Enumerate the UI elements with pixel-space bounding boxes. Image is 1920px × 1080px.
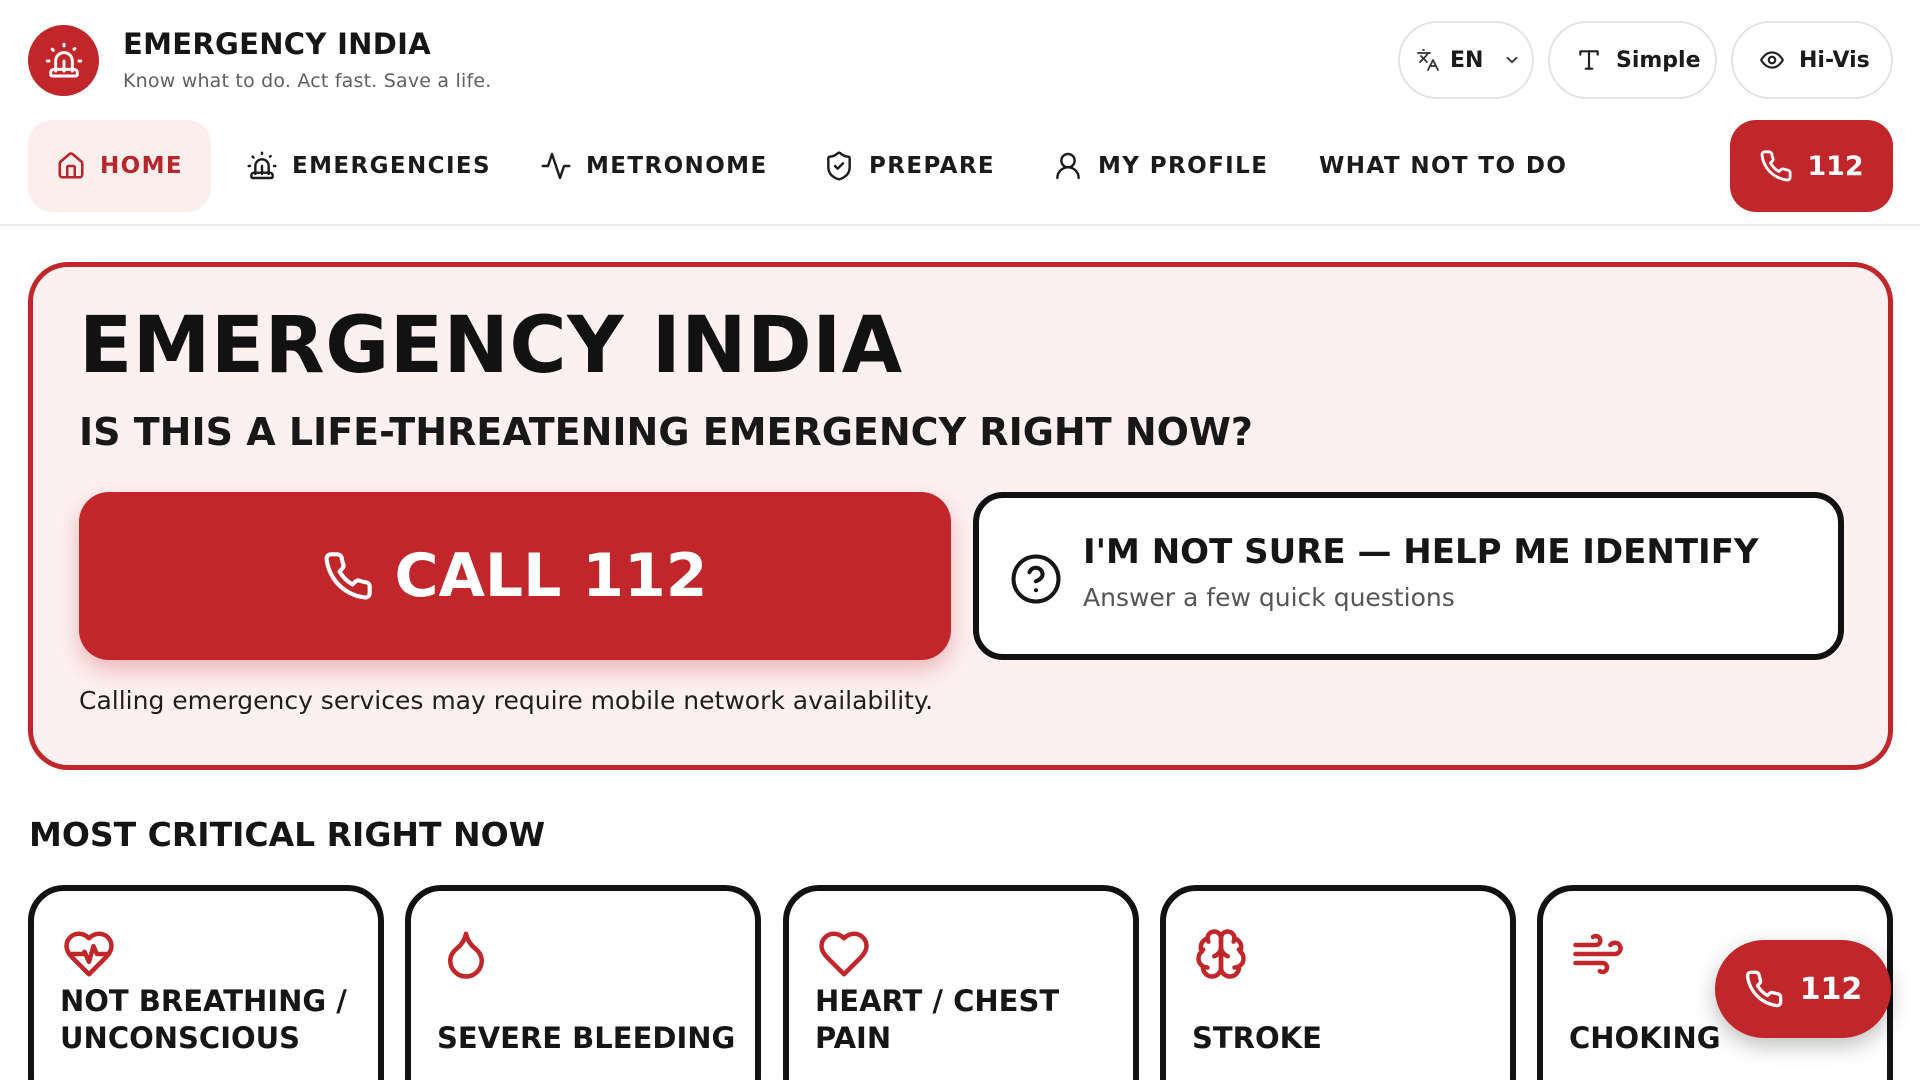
brand-name: EMERGENCY INDIA	[123, 27, 431, 61]
card-label: STROKE	[1192, 1021, 1322, 1055]
simple-mode-button[interactable]: Simple	[1548, 21, 1717, 99]
brand-tagline: Know what to do. Act fast. Save a life.	[123, 70, 492, 92]
siren-icon	[28, 25, 99, 96]
hi-vis-label: Hi-Vis	[1799, 47, 1870, 73]
text-type-icon	[1579, 50, 1599, 70]
droplet-icon	[448, 931, 484, 979]
eye-icon	[1760, 51, 1784, 69]
home-icon	[58, 152, 84, 179]
heart-pulse-icon	[64, 931, 114, 977]
card-severe-bleeding[interactable]: SEVERE BLEEDING	[405, 885, 761, 1080]
nav-home-label: HOME	[100, 153, 184, 179]
card-label: SEVERE BLEEDING	[437, 1021, 736, 1055]
card-not-breathing[interactable]: NOT BREATHING / UNCONSCIOUS	[28, 885, 384, 1080]
top-header: EMERGENCY INDIA Know what to do. Act fas…	[0, 0, 1920, 226]
siren-icon	[247, 151, 277, 180]
nav-prepare-label: PREPARE	[869, 153, 996, 179]
nav-prepare[interactable]: PREPARE	[823, 120, 995, 212]
activity-icon	[541, 152, 571, 180]
emergency-hero: EMERGENCY INDIA IS THIS A LIFE-THREATENI…	[28, 262, 1893, 770]
nav-my-profile-label: MY PROFILE	[1098, 153, 1269, 179]
nav-emergencies-label: EMERGENCIES	[292, 153, 491, 179]
nav-home[interactable]: HOME	[28, 120, 211, 212]
language-label: EN	[1450, 47, 1484, 73]
card-label: CHOKING	[1569, 1021, 1721, 1055]
user-icon	[1056, 152, 1080, 180]
card-stroke[interactable]: STROKE	[1160, 885, 1516, 1080]
hero-title: EMERGENCY INDIA	[79, 301, 903, 391]
nav-metronome-label: METRONOME	[586, 153, 768, 179]
floating-call-label: 112	[1799, 971, 1863, 1007]
card-heart-chest-pain[interactable]: HEART / CHEST PAIN	[783, 885, 1139, 1080]
help-circle-icon	[1011, 554, 1061, 604]
phone-icon	[1760, 150, 1792, 182]
nav-what-not-to-do-label: WHAT NOT TO DO	[1319, 153, 1568, 179]
card-label: HEART / CHEST PAIN	[815, 984, 1060, 1055]
nav-metronome[interactable]: METRONOME	[540, 120, 768, 212]
brain-icon	[1196, 929, 1246, 979]
nav-emergencies[interactable]: EMERGENCIES	[246, 120, 491, 212]
heart-icon	[819, 931, 869, 977]
brand[interactable]: EMERGENCY INDIA Know what to do. Act fas…	[28, 25, 491, 96]
simple-mode-label: Simple	[1616, 47, 1701, 73]
nav-call-label: 112	[1807, 150, 1864, 182]
call-112-button[interactable]: CALL 112	[79, 492, 951, 660]
not-sure-help-button[interactable]: I'M NOT SURE — HELP ME IDENTIFY Answer a…	[973, 492, 1844, 660]
phone-icon	[1745, 970, 1783, 1008]
hi-vis-button[interactable]: Hi-Vis	[1731, 21, 1893, 99]
most-critical-title: MOST CRITICAL RIGHT NOW	[29, 815, 546, 854]
not-sure-title: I'M NOT SURE — HELP ME IDENTIFY	[1083, 532, 1759, 572]
shield-check-icon	[827, 151, 851, 181]
network-note: Calling emergency services may require m…	[79, 686, 934, 715]
chevron-down-icon	[1507, 56, 1518, 64]
wind-icon	[1573, 933, 1623, 975]
phone-icon	[324, 552, 373, 600]
card-label: NOT BREATHING / UNCONSCIOUS	[60, 984, 347, 1055]
not-sure-subtitle: Answer a few quick questions	[1083, 583, 1455, 612]
nav-my-profile[interactable]: MY PROFILE	[1052, 120, 1268, 212]
hero-question: IS THIS A LIFE-THREATENING EMERGENCY RIG…	[79, 410, 1253, 454]
call-112-label: CALL 112	[394, 541, 708, 611]
nav-what-not-to-do[interactable]: WHAT NOT TO DO	[1319, 120, 1567, 212]
translate-icon	[1417, 49, 1439, 71]
nav-call-112-button[interactable]: 112	[1730, 120, 1893, 212]
floating-call-112-button[interactable]: 112	[1715, 940, 1891, 1038]
language-selector[interactable]: EN	[1398, 21, 1534, 99]
